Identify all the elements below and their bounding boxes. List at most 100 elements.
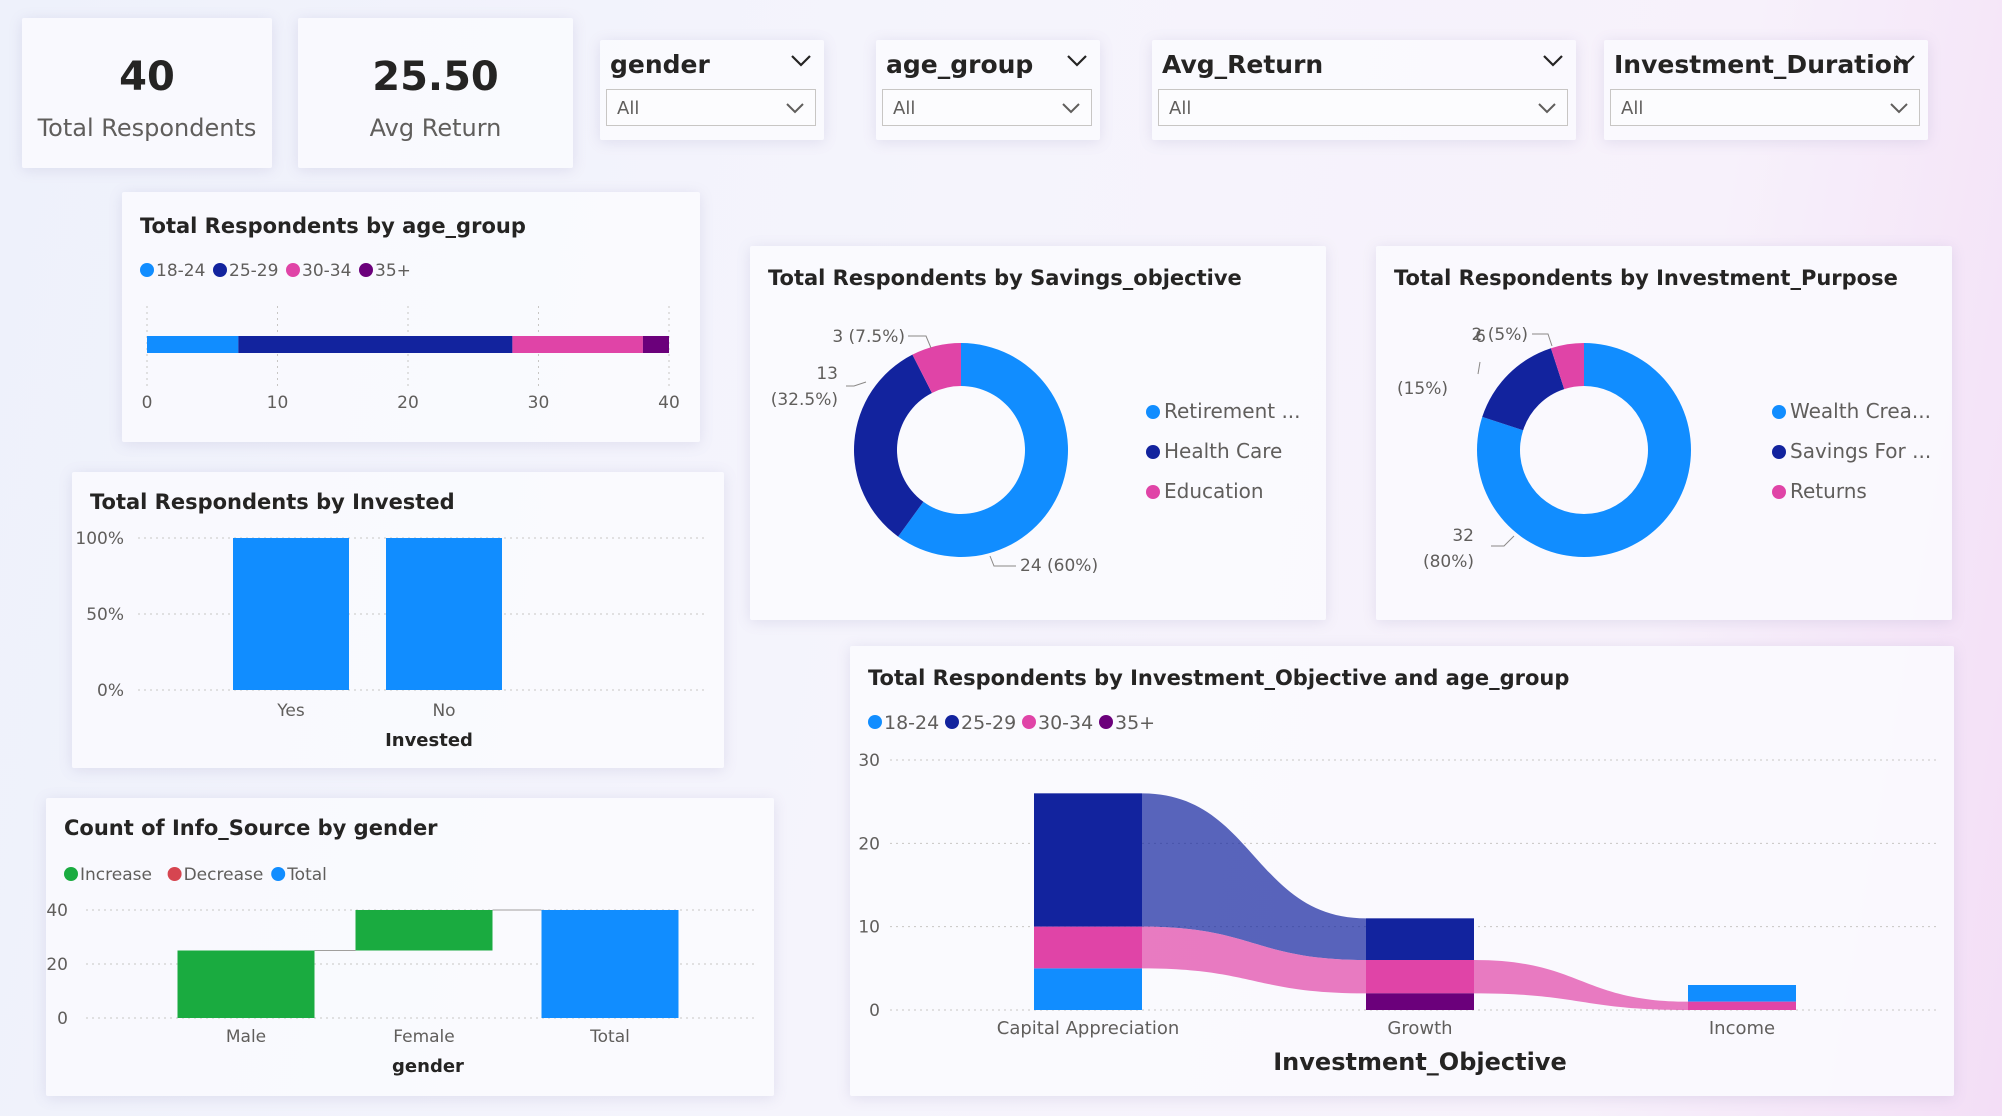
bar-no: [386, 538, 502, 690]
legend-label: Wealth Crea...: [1790, 399, 1931, 423]
bar-segment-18-24: [147, 336, 239, 353]
slicer-dropdown[interactable]: All: [1610, 89, 1920, 126]
y-tick-label: 0: [869, 1001, 880, 1021]
data-label: (80%): [1423, 552, 1474, 572]
legend-marker: [140, 263, 154, 277]
chevron-down-icon: [1538, 103, 1556, 114]
info-source-waterfall-chart: Increase Decrease Total 0 20 40 Male Female Tota…: [46, 865, 758, 1077]
column-segment-18-24: [1034, 968, 1142, 1010]
kpi-card-total-respondents: 40 Total Respondents: [22, 18, 272, 168]
data-label: 6: [1475, 327, 1486, 347]
y-tick-label: 50%: [86, 605, 124, 625]
column-segment-30-34: [1366, 960, 1474, 994]
leader-line: [1532, 333, 1553, 347]
legend-marker: [1146, 445, 1160, 459]
legend-label: Retirement ...: [1164, 399, 1301, 423]
legend-label: 35+: [375, 261, 411, 281]
y-tick-label: 20: [858, 834, 880, 854]
chart-card-investment-purpose: Total Respondents by Investment_Purpose …: [1376, 246, 1952, 620]
x-tick-label: No: [432, 701, 455, 721]
legend-label: Savings For ...: [1790, 439, 1931, 463]
age-group-bar-chart: 18-24 25-29 30-34 35+ 0 10 20 30 40: [140, 261, 680, 413]
x-tick-label: Income: [1709, 1018, 1775, 1039]
slicer-value: All: [617, 98, 640, 119]
chart-card-invested: Total Respondents by Invested 0% 50% 100% Y…: [72, 472, 724, 768]
waterfall-bar-female: [355, 910, 493, 951]
legend-label: Health Care: [1164, 439, 1282, 463]
data-label: 32: [1452, 526, 1474, 546]
chart-card-investment-objective: Total Respondents by Investment_Objectiv…: [850, 646, 1954, 1096]
y-tick-label: 0: [57, 1009, 68, 1029]
kpi-value: 40: [119, 54, 175, 100]
slicer-dropdown[interactable]: All: [882, 89, 1092, 126]
legend-label: Returns: [1790, 479, 1867, 503]
chevron-down-icon[interactable]: [1542, 54, 1564, 68]
legend-marker: [1146, 485, 1160, 499]
data-label: (32.5%): [771, 390, 838, 410]
x-tick-label: Total: [589, 1027, 630, 1047]
data-label: 13: [816, 364, 838, 384]
x-tick-label: Growth: [1387, 1018, 1452, 1039]
column-segment-25-29: [1034, 793, 1142, 927]
legend-label: Education: [1164, 479, 1264, 503]
y-tick-label: 40: [46, 901, 68, 921]
x-tick-label: 20: [397, 393, 419, 413]
legend-label: 25-29: [229, 261, 278, 281]
legend-label: 30-34: [302, 261, 351, 281]
chevron-down-icon[interactable]: [790, 54, 812, 68]
x-axis-title: Investment_Objective: [1273, 1048, 1566, 1076]
chart-card-savings-objective: Total Respondents by Savings_objective 2…: [750, 246, 1326, 620]
ribbon-30-34: [1474, 960, 1688, 1010]
legend-label: 35+: [1115, 712, 1155, 734]
leader-line: [846, 381, 867, 387]
waterfall-bar-male: [177, 950, 315, 1018]
legend-label: Increase: [80, 865, 152, 885]
y-tick-label: 100%: [75, 529, 124, 549]
y-tick-label: 20: [46, 955, 68, 975]
slicer-gender: gender All: [600, 40, 824, 140]
x-tick-label: 30: [528, 393, 550, 413]
chevron-down-icon[interactable]: [1066, 54, 1088, 68]
x-tick-label: Female: [393, 1027, 454, 1047]
leader-line: [989, 555, 1016, 567]
column-segment-25-29: [1366, 918, 1474, 960]
legend-marker: [1772, 445, 1786, 459]
investment-objective-ribbon-chart: 18-24 25-29 30-34 35+ 0 10 20 30 Capital Appreci…: [858, 712, 1936, 1076]
legend-label: 18-24: [156, 261, 205, 281]
slicer-dropdown[interactable]: All: [1158, 89, 1568, 126]
slicer-title: Investment_Duration: [1614, 50, 1910, 79]
kpi-card-avg-return: 25.50 Avg Return: [298, 18, 573, 168]
kpi-value: 25.50: [372, 54, 499, 100]
chevron-down-icon[interactable]: [1894, 54, 1916, 68]
leader-line: [908, 335, 932, 349]
legend-marker: [167, 867, 182, 881]
waterfall-bar-total: [541, 910, 679, 1018]
slicer-value: All: [1621, 98, 1644, 119]
legend-label: 25-29: [961, 712, 1016, 734]
slicer-title: Avg_Return: [1162, 50, 1324, 79]
slicer-dropdown[interactable]: All: [606, 89, 816, 126]
legend-marker: [213, 263, 227, 277]
data-label: (15%): [1397, 379, 1448, 399]
legend-marker: [1772, 405, 1786, 419]
kpi-label: Total Respondents: [37, 114, 257, 142]
legend-label: Decrease: [184, 865, 264, 885]
y-tick-label: 0%: [97, 681, 124, 701]
legend-marker: [1772, 485, 1786, 499]
legend-marker: [359, 263, 373, 277]
data-label: 24 (60%): [1020, 556, 1098, 576]
x-tick-label: Capital Appreciation: [997, 1018, 1180, 1039]
kpi-label: Avg Return: [369, 114, 502, 142]
slicer-title: gender: [610, 50, 710, 79]
legend-label: 30-34: [1038, 712, 1093, 734]
slicer-age-group: age_group All: [876, 40, 1100, 140]
x-tick-label: 10: [267, 393, 289, 413]
legend-marker: [64, 867, 78, 881]
bar-yes: [233, 538, 349, 690]
leader-line: [1477, 361, 1481, 375]
slicer-avg-return: Avg_Return All: [1152, 40, 1576, 140]
legend-marker: [945, 715, 959, 729]
bar-segment-35+: [642, 336, 669, 353]
x-tick-label: Yes: [276, 701, 305, 721]
chart-card-info-source: Count of Info_Source by gender Increase D…: [46, 798, 774, 1096]
